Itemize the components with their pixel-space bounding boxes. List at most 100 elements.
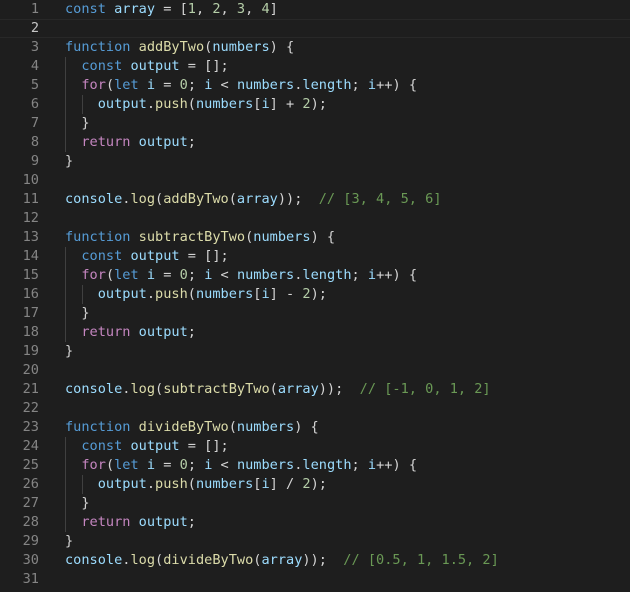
code-token: ( (269, 381, 278, 397)
code-token: // [0.5, 1, 1.5, 2] (343, 552, 499, 568)
code-token: output (97, 96, 147, 112)
code-token: push (155, 476, 188, 492)
code-token: } (65, 495, 90, 511)
code-text: function addByTwo(numbers) { (65, 38, 294, 57)
code-token: ( (228, 191, 237, 207)
code-token: . (146, 286, 156, 302)
line-number: 24 (22, 438, 39, 454)
code-token: function (65, 419, 131, 435)
code-line[interactable]: 19} (0, 342, 630, 361)
code-line[interactable]: 8 return output; (0, 133, 630, 152)
code-token: ; (187, 267, 205, 283)
code-text: console.log(addByTwo(array)); // [3, 4, … (65, 190, 442, 209)
code-line[interactable]: 14 const output = []; (0, 247, 630, 266)
code-token: ); (310, 96, 327, 112)
code-token: i (146, 457, 156, 473)
code-token: ( (155, 552, 164, 568)
code-line[interactable]: 17 } (0, 304, 630, 323)
code-token: ( (105, 457, 115, 473)
line-number: 26 (22, 476, 39, 492)
code-token: output (138, 324, 188, 340)
code-line[interactable]: 6 output.push(numbers[i] + 2); (0, 95, 630, 114)
code-token: ; (351, 457, 368, 473)
code-token: 3 (236, 1, 246, 17)
code-line[interactable]: 27 } (0, 494, 630, 513)
code-token: // [-1, 0, 1, 2] (359, 381, 491, 397)
code-line[interactable]: 20 (0, 361, 630, 380)
code-line[interactable]: 31 (0, 570, 630, 589)
code-line[interactable]: 1 const array = [1, 2, 3, 4] (0, 0, 630, 19)
code-token: )); (277, 191, 319, 207)
code-line[interactable]: 21 console.log(subtractByTwo(array)); // … (0, 380, 630, 399)
code-token: const (81, 248, 123, 264)
code-token: = []; (179, 58, 229, 74)
code-line[interactable]: 30 console.log(divideByTwo(array)); // [0… (0, 551, 630, 570)
code-token: ] (269, 1, 278, 17)
code-token: , (220, 1, 237, 17)
code-token: ( (228, 419, 237, 435)
code-token: ) { (310, 229, 336, 245)
code-token: const (81, 438, 123, 454)
line-number: 14 (22, 248, 39, 264)
code-text: } (65, 532, 73, 551)
code-text: output.push(numbers[i] + 2); (65, 95, 327, 114)
line-number: 25 (22, 457, 39, 473)
code-line[interactable]: 29} (0, 532, 630, 551)
code-line[interactable]: 2 (0, 19, 630, 38)
code-token: i (367, 457, 377, 473)
code-editor[interactable]: 1 const array = [1, 2, 3, 4] 2 3 function ad… (0, 0, 630, 592)
code-line[interactable]: 4 const output = []; (0, 57, 630, 76)
code-token: ; (187, 457, 205, 473)
code-token: ; (187, 134, 196, 150)
code-token: console (65, 191, 123, 207)
code-line[interactable]: 10 (0, 171, 630, 190)
line-number: 5 (30, 77, 39, 93)
code-line[interactable]: 18 return output; (0, 323, 630, 342)
code-token: ( (187, 286, 196, 302)
code-line[interactable]: 26 output.push(numbers[i] / 2); (0, 475, 630, 494)
code-text: } (65, 152, 73, 171)
code-token: numbers (236, 77, 295, 93)
code-text: } (65, 494, 90, 513)
code-token: } (65, 153, 74, 169)
code-token: for (81, 77, 106, 93)
line-number: 23 (22, 419, 39, 435)
code-line[interactable]: 7 } (0, 114, 630, 133)
code-line[interactable]: 5 for(let i = 0; i < numbers.length; i++… (0, 76, 630, 95)
code-text: for(let i = 0; i < numbers.length; i++) … (65, 266, 417, 285)
code-line[interactable]: 12 (0, 209, 630, 228)
code-token: let (114, 267, 139, 283)
code-token: 4 (261, 1, 270, 17)
code-token: divideByTwo (138, 419, 229, 435)
code-line[interactable]: 15 for(let i = 0; i < numbers.length; i+… (0, 266, 630, 285)
line-number: 30 (22, 552, 39, 568)
code-token: console (65, 552, 123, 568)
code-text: function subtractByTwo(numbers) { (65, 228, 335, 247)
code-line[interactable]: 3 function addByTwo(numbers) { (0, 38, 630, 57)
code-token: 1 (187, 1, 196, 17)
code-line[interactable]: 11 console.log(addByTwo(array)); // [3, 4… (0, 190, 630, 209)
code-line[interactable]: 9} (0, 152, 630, 171)
code-text: const output = []; (65, 247, 228, 266)
code-line[interactable]: 28 return output; (0, 513, 630, 532)
code-line[interactable]: 13 function subtractByTwo(numbers) { (0, 228, 630, 247)
code-line[interactable]: 22 (0, 399, 630, 418)
code-token: ) { (294, 419, 319, 435)
code-line[interactable]: 25 for(let i = 0; i < numbers.length; i+… (0, 456, 630, 475)
code-line[interactable]: 16 output.push(numbers[i] - 2); (0, 285, 630, 304)
code-line[interactable]: 23 function divideByTwo(numbers) { (0, 418, 630, 437)
code-token: return (81, 324, 131, 340)
code-token: 2 (302, 476, 311, 492)
code-token: output (97, 476, 147, 492)
code-line[interactable]: 24 const output = []; (0, 437, 630, 456)
code-token: )); (302, 552, 344, 568)
code-token: = (155, 77, 180, 93)
line-number: 27 (22, 495, 39, 511)
code-token: length (302, 77, 352, 93)
code-token: array (277, 381, 319, 397)
